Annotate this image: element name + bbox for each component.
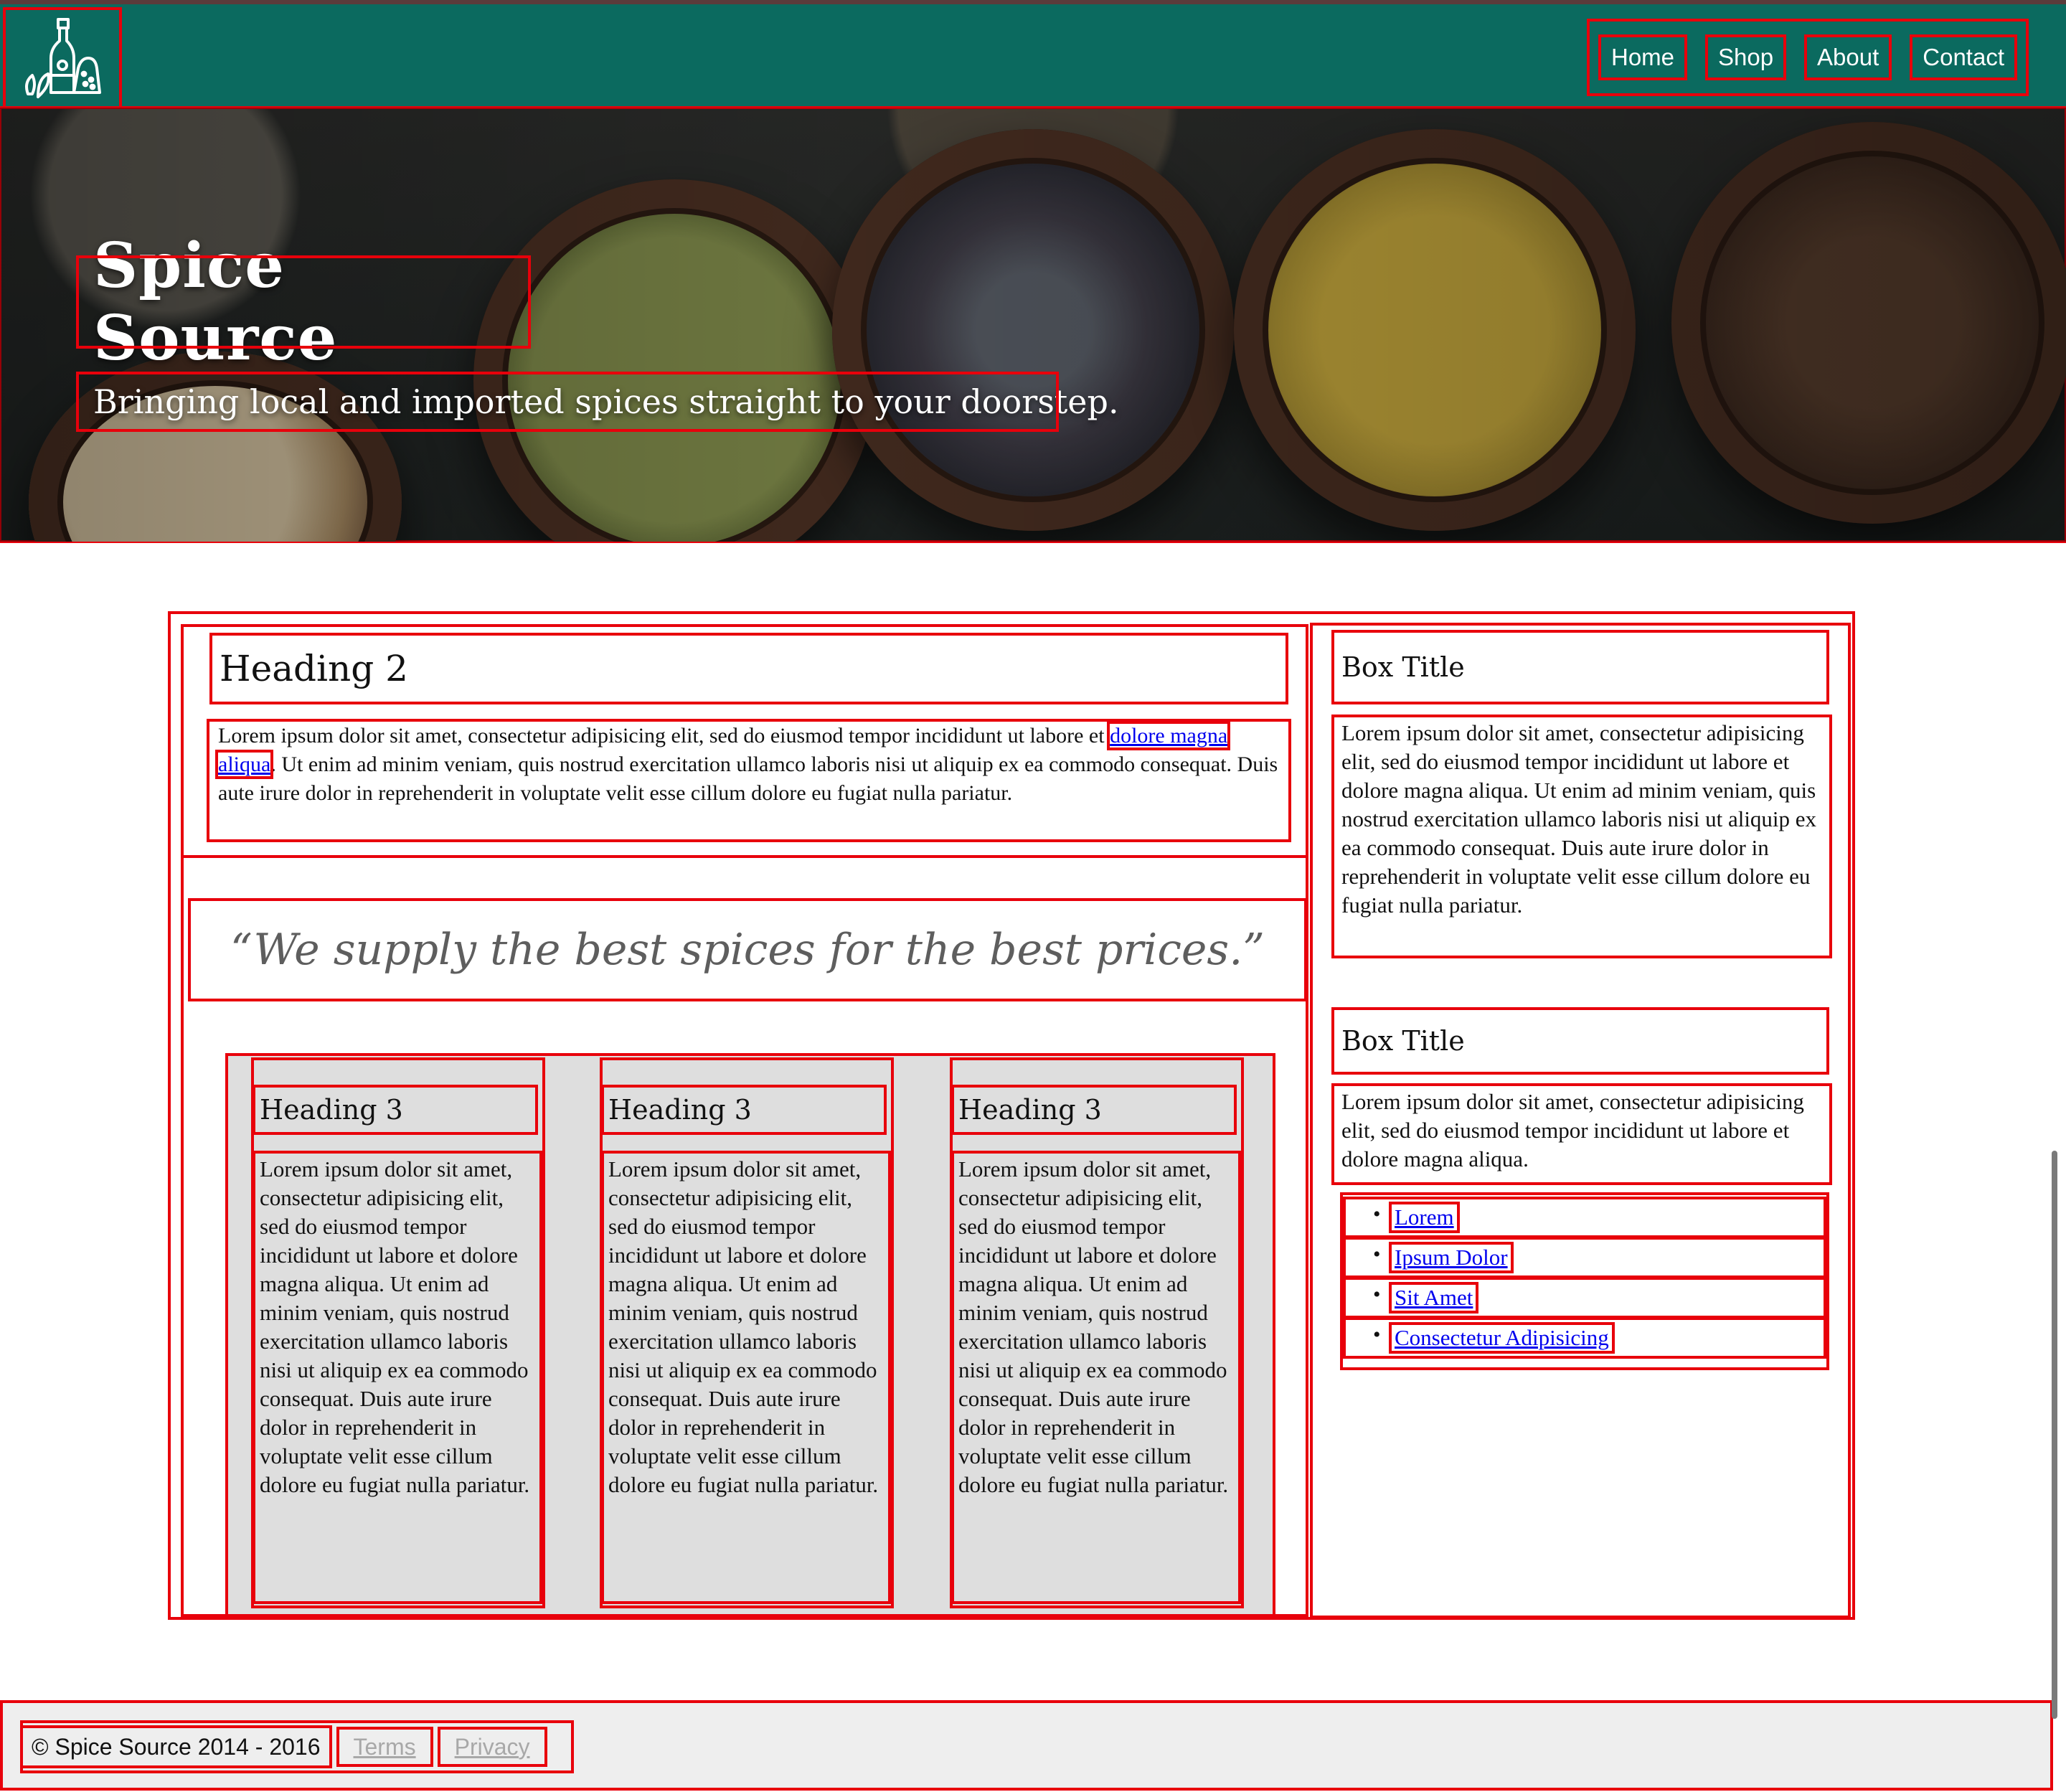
feature-column-3: Heading 3 Lorem ipsum dolor sit amet, co… [950, 1057, 1244, 1608]
sidebar: Box Title Lorem ipsum dolor sit amet, co… [1310, 623, 1851, 1618]
nav-home[interactable]: Home [1598, 34, 1688, 80]
spice-bottle-logo-icon[interactable] [3, 7, 122, 109]
intro-paragraph: Lorem ipsum dolor sit amet, consectetur … [207, 719, 1291, 842]
nav-about[interactable]: About [1804, 34, 1892, 80]
sidebar-box-title: Box Title [1331, 1007, 1829, 1075]
sidebar-link-list: Lorem Ipsum Dolor Sit Amet Consectetur A… [1340, 1192, 1829, 1370]
sidebar-link-sit-amet[interactable]: Sit Amet [1388, 1282, 1479, 1314]
feature-column-text: Lorem ipsum dolor sit amet, consectetur … [601, 1151, 891, 1604]
intro-text-after: . Ut enim ad minim veniam, quis nostrud … [218, 753, 1278, 805]
feature-column-heading: Heading 3 [601, 1085, 887, 1135]
sidebar-link-lorem[interactable]: Lorem [1389, 1202, 1460, 1233]
list-item: Lorem [1343, 1197, 1826, 1238]
spice-bottle-logo-svg [25, 18, 101, 98]
footer-copyright: © Spice Source 2014 - 2016 [20, 1725, 332, 1768]
sidebar-link-ipsum-dolor[interactable]: Ipsum Dolor [1389, 1242, 1514, 1273]
pull-quote: “We supply the best spices for the best … [188, 898, 1307, 1001]
site-header: Home Shop About Contact [0, 0, 2066, 109]
nav-contact[interactable]: Contact [1910, 34, 2017, 80]
list-item: Ipsum Dolor [1343, 1237, 1826, 1278]
feature-column-heading: Heading 3 [951, 1085, 1237, 1135]
left-column: Heading 2 Lorem ipsum dolor sit amet, co… [181, 624, 1308, 1617]
sidebar-link-consectetur-adipisicing[interactable]: Consectetur Adipisicing [1389, 1322, 1615, 1354]
feature-column-text: Lorem ipsum dolor sit amet, consectetur … [951, 1151, 1241, 1604]
hero-banner: Spice Source Bringing local and imported… [0, 106, 2066, 543]
site-footer: © Spice Source 2014 - 2016 Terms Privacy [0, 1700, 2053, 1791]
intro-heading: Heading 2 [209, 633, 1288, 704]
intro-text-before: Lorem ipsum dolor sit amet, consectetur … [218, 724, 1110, 748]
feature-column-2: Heading 3 Lorem ipsum dolor sit amet, co… [600, 1057, 894, 1608]
feature-column-text: Lorem ipsum dolor sit amet, consectetur … [253, 1151, 542, 1604]
main-content: Heading 2 Lorem ipsum dolor sit amet, co… [168, 611, 1855, 1620]
feature-column-1: Heading 3 Lorem ipsum dolor sit amet, co… [251, 1057, 545, 1608]
hero-subtitle: Bringing local and imported spices strai… [76, 372, 1119, 432]
feature-column-heading: Heading 3 [253, 1085, 538, 1135]
sidebar-box-title: Box Title [1331, 630, 1829, 704]
list-item: Sit Amet [1343, 1277, 1826, 1319]
hero-title: Spice Source [76, 230, 531, 374]
footer-content: © Spice Source 2014 - 2016 Terms Privacy [20, 1720, 574, 1773]
sidebar-box-text: Lorem ipsum dolor sit amet, consectetur … [1331, 1083, 1832, 1185]
page-scrollbar[interactable] [2052, 1151, 2057, 1719]
list-item: Consectetur Adipisicing [1343, 1317, 1826, 1359]
feature-columns: Heading 3 Lorem ipsum dolor sit amet, co… [225, 1053, 1275, 1617]
main-nav: Home Shop About Contact [1587, 19, 2029, 96]
nav-shop[interactable]: Shop [1704, 34, 1787, 80]
intro-section: Heading 2 Lorem ipsum dolor sit amet, co… [184, 627, 1306, 858]
sidebar-box-text: Lorem ipsum dolor sit amet, consectetur … [1331, 715, 1832, 958]
footer-privacy-link[interactable]: Privacy [437, 1727, 547, 1767]
footer-terms-link[interactable]: Terms [336, 1727, 433, 1767]
